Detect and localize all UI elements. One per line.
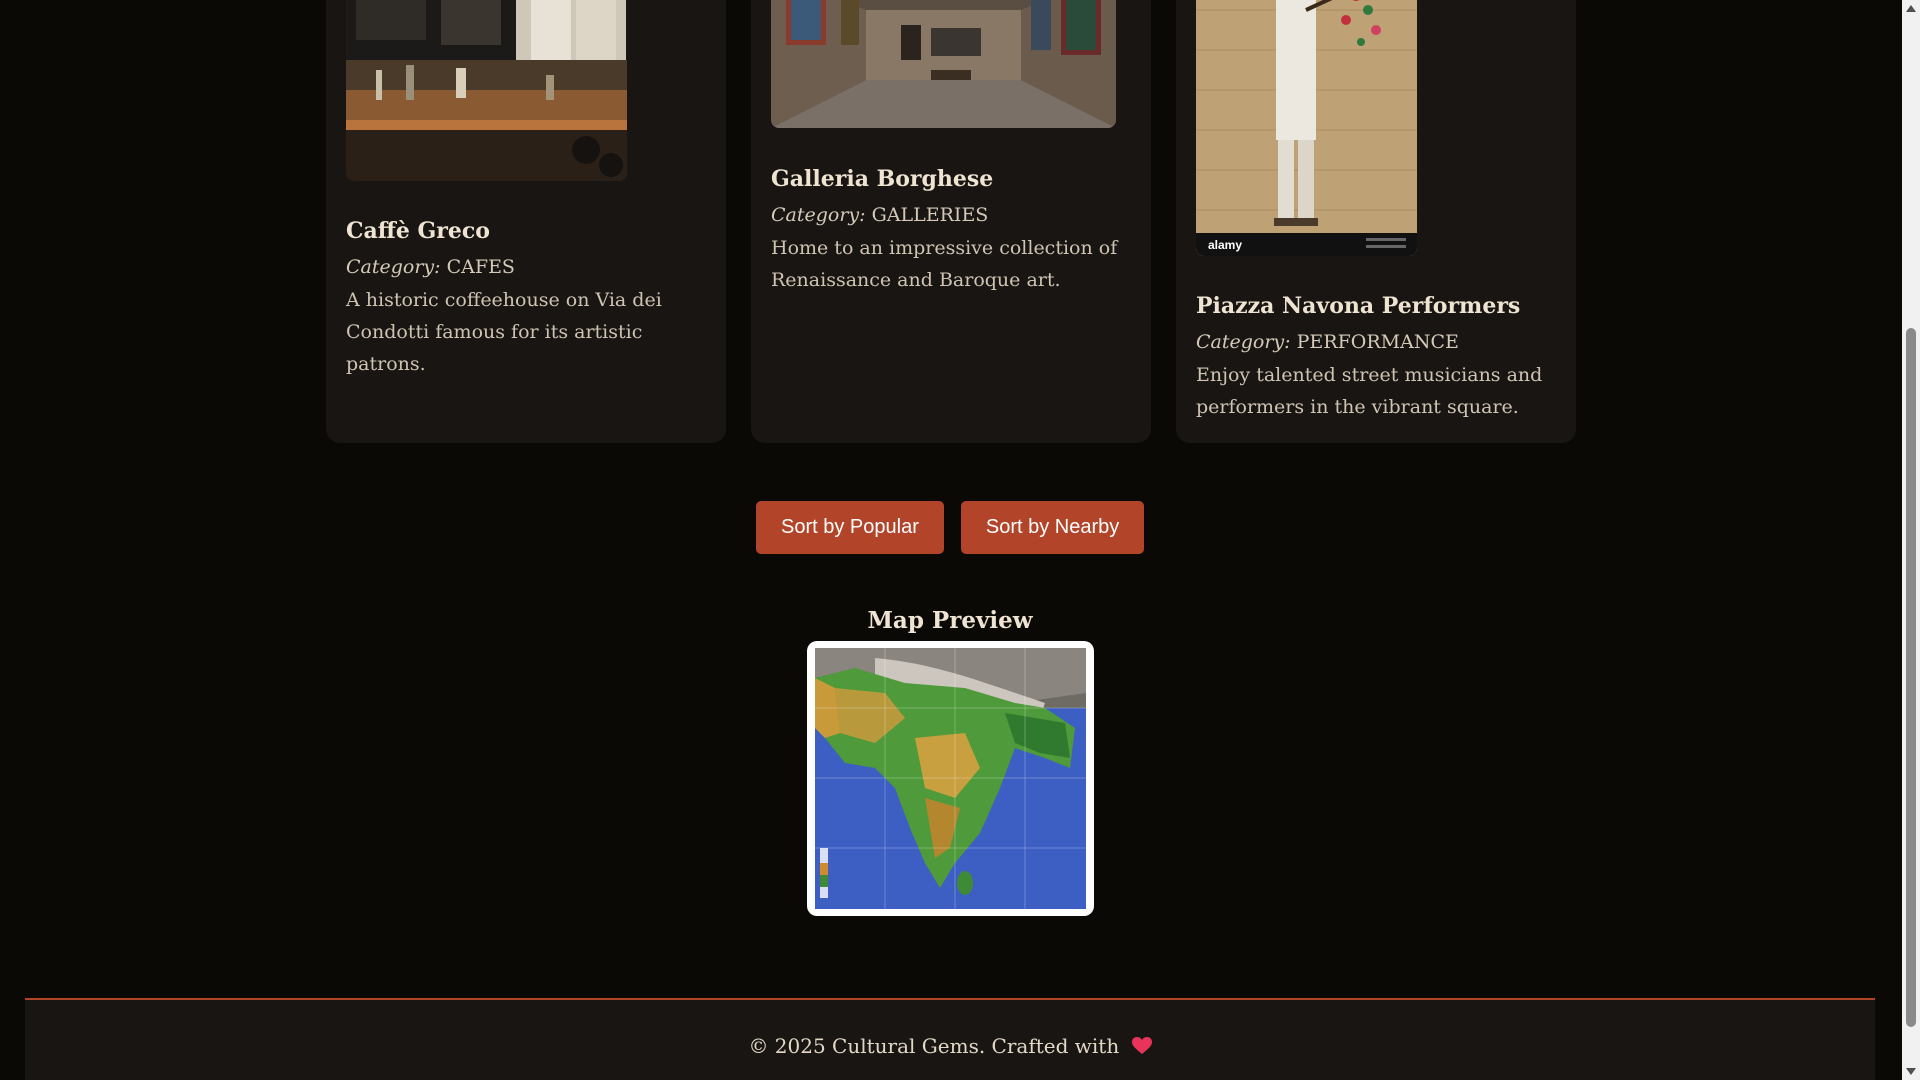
places-grid: Caffè Greco Category: CAFES A historic c… [326,0,1576,443]
scroll-thumb[interactable] [1906,328,1916,1027]
site-footer: © 2025 Cultural Gems. Crafted with [25,998,1875,1080]
category-value: PERFORMANCE [1296,331,1459,353]
category-value: CAFES [446,256,515,278]
footer-text: © 2025 Cultural Gems. Crafted with [25,1034,1875,1060]
place-card-piazza-navona[interactable]: alamy Piazza Navona Performers Category:… [1176,0,1576,443]
card-category: Category: CAFES [346,256,515,278]
map-preview-heading: Map Preview [867,607,1033,634]
card-title: Piazza Navona Performers [1196,293,1521,319]
sort-controls: Sort by Popular Sort by Nearby [756,501,1145,554]
category-label: Category: [771,204,866,226]
card-title: Galleria Borghese [771,166,994,192]
card-category: Category: GALLERIES [771,204,988,226]
page-scrollbar[interactable] [1902,0,1920,1080]
page: Caffè Greco Category: CAFES A historic c… [0,0,1920,1080]
copyright-text: © 2025 Cultural Gems. Crafted with [748,1034,1120,1058]
scroll-down-arrow-icon[interactable] [1906,1068,1916,1075]
map-preview[interactable] [807,641,1094,916]
place-card-caffe-greco[interactable]: Caffè Greco Category: CAFES A historic c… [326,0,726,443]
cafe-interior-photo [346,0,627,181]
street-musician-photo: alamy [1196,0,1417,256]
card-description: A historic coffeehouse on Via dei Condot… [346,289,662,375]
india-relief-map [815,648,1086,909]
category-label: Category: [346,256,441,278]
scroll-up-arrow-icon[interactable] [1906,5,1916,12]
heart-icon [1131,1036,1152,1060]
category-value: GALLERIES [871,204,989,226]
alamy-watermark: alamy [1208,238,1242,252]
gallery-hall-photo [771,0,1116,128]
card-category: Category: PERFORMANCE [1196,331,1459,353]
place-card-galleria-borghese[interactable]: Galleria Borghese Category: GALLERIES Ho… [751,0,1151,443]
card-description: Home to an impressive collection of Rena… [771,237,1118,291]
sort-popular-button[interactable]: Sort by Popular [756,501,944,554]
sort-nearby-button[interactable]: Sort by Nearby [960,501,1145,554]
category-label: Category: [1196,331,1291,353]
card-title: Caffè Greco [346,218,490,244]
card-description: Enjoy talented street musicians and perf… [1196,364,1543,418]
